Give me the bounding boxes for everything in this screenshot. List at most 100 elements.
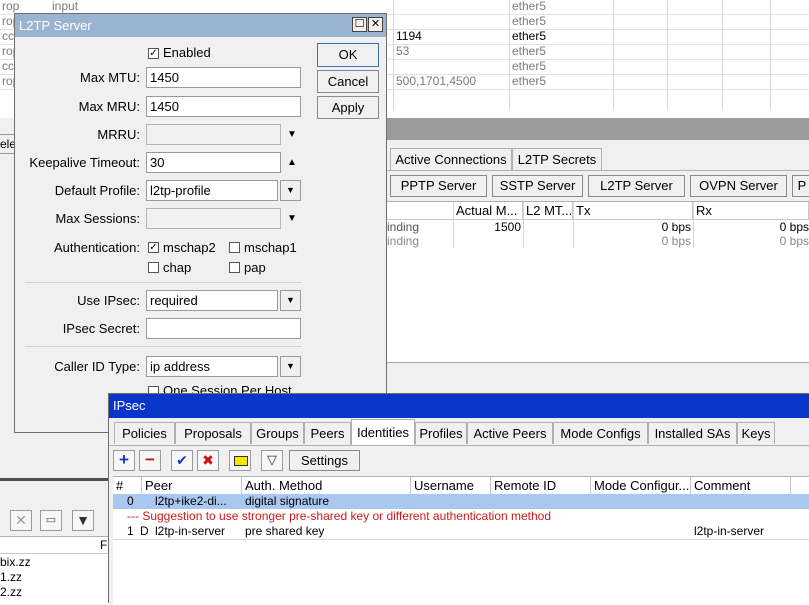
tab-peers[interactable]: Peers xyxy=(304,422,351,444)
use-ipsec-label: Use IPsec: xyxy=(77,293,140,308)
comment-icon[interactable]: ▭ xyxy=(40,510,62,531)
dropdown-arrow-icon[interactable]: ▼ xyxy=(280,356,301,377)
default-profile-field[interactable]: l2tp-profile xyxy=(146,180,278,201)
ok-button[interactable]: OK xyxy=(317,43,379,67)
tab-identities[interactable]: Identities xyxy=(351,419,415,445)
tab-keys[interactable]: Keys xyxy=(737,422,775,444)
l2tp-server-button[interactable]: L2TP Server xyxy=(588,175,685,197)
col-tx[interactable]: Tx xyxy=(573,202,693,219)
maximize-icon[interactable]: ☐ xyxy=(352,17,367,32)
row-auth-method: digital signature xyxy=(245,494,330,508)
col-actual-mtu[interactable]: Actual M... xyxy=(453,202,523,219)
mschap2-checkbox[interactable]: ✓ xyxy=(148,242,159,253)
tab-proposals[interactable]: Proposals xyxy=(175,422,251,444)
tab-active-peers[interactable]: Active Peers xyxy=(467,422,553,444)
col-number[interactable]: # xyxy=(113,477,142,494)
filter-icon[interactable]: ▽ xyxy=(261,450,283,471)
tab-policies[interactable]: Policies xyxy=(114,422,175,444)
ipsec-tabs: Policies Proposals Groups Peers Identities Pr… xyxy=(114,419,804,445)
collapse-up-icon[interactable]: ▲ xyxy=(287,157,297,169)
use-ipsec-field[interactable]: required xyxy=(146,290,278,311)
identities-table: # Peer Auth. Method Username Remote ID M… xyxy=(113,476,809,605)
mschap1-checkbox[interactable] xyxy=(229,242,240,253)
ppp-titlebar xyxy=(385,118,809,140)
chap-checkbox[interactable] xyxy=(148,262,159,273)
table-row[interactable]: 0 l2tp+ike2-di... digital signature xyxy=(113,494,809,509)
mrru-field[interactable] xyxy=(146,124,281,145)
settings-button[interactable]: Settings xyxy=(289,450,360,471)
apply-button[interactable]: Apply xyxy=(317,96,379,119)
ipsec-secret-field[interactable] xyxy=(146,318,301,339)
ppp-window: Active Connections L2TP Secrets PPTP Ser… xyxy=(385,118,809,391)
max-mru-field[interactable]: 1450 xyxy=(146,96,301,117)
table-row[interactable]: 1 D l2tp-in-server pre shared key l2tp-i… xyxy=(113,524,809,539)
tab-profiles[interactable]: Profiles xyxy=(415,422,467,444)
default-profile-label: Default Profile: xyxy=(54,183,140,198)
pptp-server-button[interactable]: PPTP Server xyxy=(390,175,487,197)
max-sessions-field[interactable] xyxy=(146,208,281,229)
list-item[interactable]: 2.zz xyxy=(0,585,22,599)
row-flag: D xyxy=(140,524,149,538)
ipsec-title: IPsec xyxy=(113,398,146,413)
max-mru-label: Max MRU: xyxy=(78,99,140,114)
col-peer[interactable]: Peer xyxy=(142,477,242,494)
more-server-button[interactable]: P xyxy=(792,175,809,197)
authentication-label: Authentication: xyxy=(53,240,140,255)
divider xyxy=(25,282,302,283)
tab-mode-configs[interactable]: Mode Configs xyxy=(553,422,648,444)
enabled-checkbox[interactable]: ✓ xyxy=(148,48,159,59)
tab-groups[interactable]: Groups xyxy=(251,422,304,444)
list-header-fragment: F xyxy=(100,538,108,552)
comment-icon[interactable] xyxy=(229,450,251,471)
caller-id-field[interactable]: ip address xyxy=(146,356,278,377)
pap-label: pap xyxy=(244,260,266,275)
l2tp-server-dialog: L2TP Server ☐ ✕ ✓ Enabled OK Cancel Appl… xyxy=(14,13,387,433)
expand-down-icon[interactable]: ▼ xyxy=(287,213,297,225)
row-comment: l2tp-in-server xyxy=(694,524,765,538)
bottom-left-list: F bix.zz 1.zz 2.zz xyxy=(0,536,110,604)
tab-active-connections[interactable]: Active Connections xyxy=(390,148,512,170)
cancel-button[interactable]: Cancel xyxy=(317,70,379,93)
col-comment[interactable]: Comment xyxy=(691,477,791,494)
row-peer: l2tp-in-server xyxy=(155,524,226,538)
keepalive-field[interactable]: 30 xyxy=(146,152,281,173)
close-icon[interactable]: ✕ xyxy=(368,17,383,32)
disable-x-icon[interactable]: ✖ xyxy=(197,450,219,471)
enable-check-icon[interactable]: ✔ xyxy=(171,450,193,471)
caller-id-label: Caller ID Type: xyxy=(54,359,140,374)
sstp-server-button[interactable]: SSTP Server xyxy=(492,175,583,197)
col-remote-id[interactable]: Remote ID xyxy=(491,477,591,494)
max-mtu-label: Max MTU: xyxy=(80,70,140,85)
col-auth-method[interactable]: Auth. Method xyxy=(242,477,411,494)
ipsec-secret-label: IPsec Secret: xyxy=(62,321,140,336)
remove-icon[interactable]: ✕ xyxy=(10,510,32,531)
pap-checkbox[interactable] xyxy=(229,262,240,273)
row-status: inding xyxy=(387,234,420,248)
col-rx[interactable]: Rx xyxy=(693,202,809,219)
table-row[interactable]: inding 0 bps 0 bps xyxy=(385,234,809,248)
tab-l2tp-secrets[interactable]: L2TP Secrets xyxy=(512,148,602,170)
max-mtu-field[interactable]: 1450 xyxy=(146,67,301,88)
row-number: 0 xyxy=(127,494,134,508)
list-item[interactable]: 1.zz xyxy=(0,570,22,584)
mschap1-label: mschap1 xyxy=(244,240,297,255)
list-item[interactable]: bix.zz xyxy=(0,555,31,569)
row-rx: 0 bps xyxy=(779,220,809,234)
col-username[interactable]: Username xyxy=(411,477,491,494)
col-mode-config[interactable]: Mode Configur... xyxy=(591,477,691,494)
ipsec-window: IPsec Policies Proposals Groups Peers Identi… xyxy=(108,393,809,605)
expand-down-icon[interactable]: ▼ xyxy=(287,129,297,141)
add-icon[interactable]: + xyxy=(113,450,135,471)
remove-icon[interactable]: − xyxy=(139,450,161,471)
row-tx: 0 bps xyxy=(661,220,691,234)
row-number: 1 xyxy=(127,524,134,538)
dropdown-arrow-icon[interactable]: ▼ xyxy=(280,180,301,201)
filter-icon[interactable]: ▼ xyxy=(72,510,94,531)
row-rx: 0 bps xyxy=(779,234,809,248)
dropdown-arrow-icon[interactable]: ▼ xyxy=(280,290,301,311)
col-l2-mtu[interactable]: L2 MT... xyxy=(523,202,573,219)
table-row[interactable]: inding 1500 0 bps 0 bps xyxy=(385,220,809,234)
ovpn-server-button[interactable]: OVPN Server xyxy=(690,175,787,197)
row-peer: l2tp+ike2-di... xyxy=(155,494,227,508)
tab-installed-sas[interactable]: Installed SAs xyxy=(648,422,737,444)
